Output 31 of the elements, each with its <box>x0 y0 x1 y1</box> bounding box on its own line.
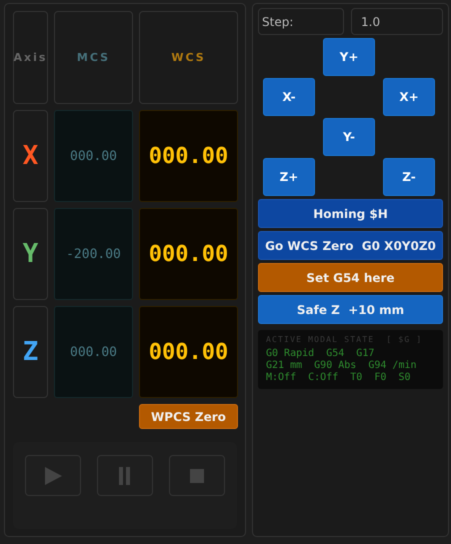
jog-button[interactable]: X- <box>263 78 315 116</box>
axis-label: X <box>13 110 48 202</box>
action-button[interactable]: Homing $H <box>258 199 443 228</box>
mcs-readout: 000.00 <box>54 306 133 398</box>
axis-label: Y <box>13 208 48 300</box>
wcs-readout: 000.00 <box>139 306 238 398</box>
wpcs-zero-button[interactable]: WPCS Zero <box>139 404 238 429</box>
mcs-readout: -200.00 <box>54 208 133 300</box>
stop-icon <box>190 468 204 482</box>
wcs-readout: 000.00 <box>139 110 238 202</box>
modal-state-line: G21 mm G90 Abs G94 /min <box>266 360 418 372</box>
axis-header: Axis <box>13 11 48 104</box>
mcs-readout: 000.00 <box>54 110 133 202</box>
pause-icon <box>118 466 132 484</box>
action-button[interactable]: Safe Z +10 mm <box>258 295 443 324</box>
step-label: Step: <box>258 8 344 35</box>
mcs-header: MCS <box>54 11 133 104</box>
jog-button[interactable]: Z- <box>383 158 435 196</box>
play-icon <box>43 466 63 486</box>
jog-button[interactable]: X+ <box>383 78 435 116</box>
step-field[interactable]: 1.0 <box>351 8 443 35</box>
modal-state-line: G0 Rapid G54 G17 <box>266 348 376 360</box>
action-button[interactable]: Set G54 here <box>258 263 443 292</box>
action-button[interactable]: Go WCS Zero G0 X0Y0Z0 <box>258 231 443 260</box>
wcs-header: WCS <box>139 11 238 104</box>
wcs-readout: 000.00 <box>139 208 238 300</box>
jog-button[interactable]: Z+ <box>263 158 315 196</box>
jog-button[interactable]: Y+ <box>323 38 375 76</box>
jog-button[interactable]: Y- <box>323 118 375 156</box>
axis-label: Z <box>13 306 48 398</box>
modal-state-line: M:Off C:Off T0 F0 S0 <box>266 372 412 384</box>
